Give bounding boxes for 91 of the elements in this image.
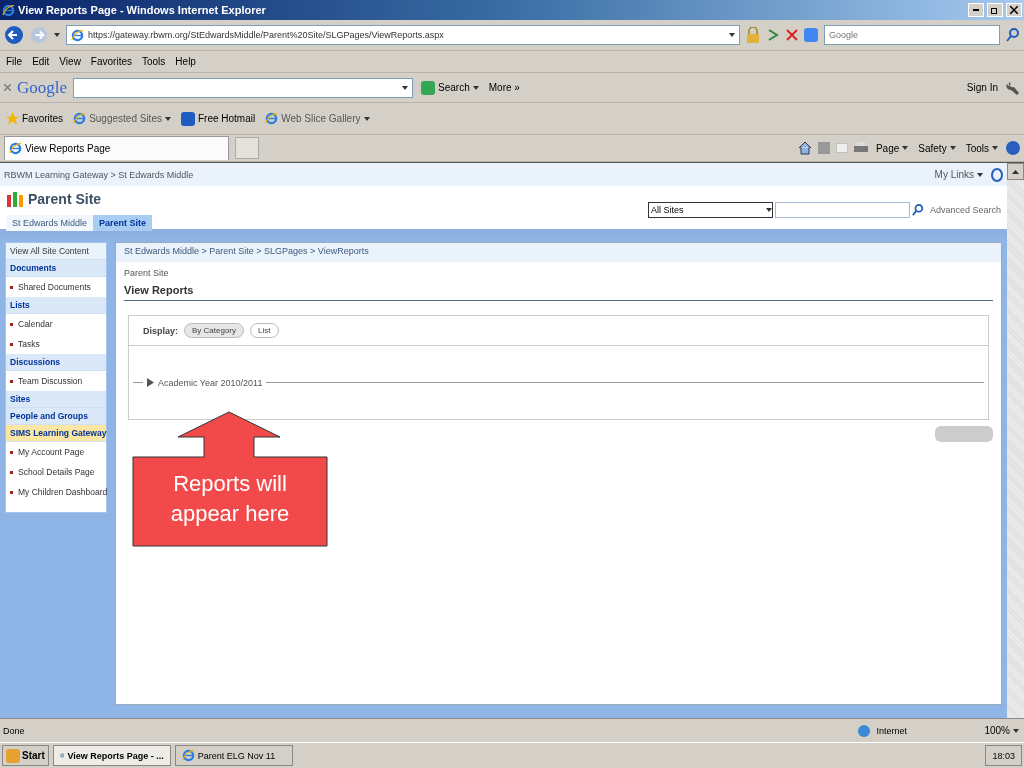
site-tab[interactable]: Parent Site [93,215,153,231]
ie-icon [73,112,87,125]
quick-launch-heading[interactable]: Discussions [6,354,106,371]
caret-icon [765,208,772,212]
ie-icon [2,3,15,17]
menu-item[interactable]: Help [173,56,198,67]
home-icon[interactable] [797,141,812,155]
menu-item[interactable]: View [57,56,83,67]
scroll-up-button[interactable] [1007,163,1024,180]
my-links-button[interactable]: My Links [932,169,985,180]
search-field[interactable]: Google [824,25,1000,45]
command-bar-button[interactable]: Page [873,142,911,154]
expand-icon[interactable] [147,378,154,387]
close-icon[interactable] [786,29,798,41]
taskbar-button[interactable]: View Reports Page - ... [52,745,171,766]
caret-icon [472,85,479,90]
caret-icon [54,33,60,37]
start-button[interactable]: Start [2,745,49,766]
favorites-bar-item[interactable]: Suggested Sites [71,112,173,125]
caret-icon [729,33,735,37]
parent-site-label: Parent Site [124,268,170,278]
callout-text: Reports will appear here [169,470,291,528]
browser-tab[interactable]: View Reports Page [4,136,229,160]
caret-icon [977,172,983,177]
ie-icon [181,749,195,762]
top-breadcrumb: RBWM Learning Gateway > St Edwards Middle [4,169,195,180]
display-option[interactable]: List [250,323,279,338]
quick-launch-link[interactable]: View All Site Content [6,243,106,260]
caret-icon [402,85,409,90]
search-icon[interactable] [911,204,924,216]
command-bar-button[interactable]: Tools [963,142,1000,154]
quick-launch-heading[interactable]: SIMS Learning Gateway [6,425,106,442]
quick-launch-heading[interactable]: Sites [6,391,106,408]
wrench-icon[interactable] [1006,80,1020,95]
star-icon [6,112,19,125]
favorites-bar-item[interactable]: Favorites [4,112,66,125]
quick-launch-heading[interactable]: Lists [6,297,106,314]
up-arrow-icon [1012,169,1019,174]
breadcrumb: St Edwards Middle > Parent Site > SLGPages > ViewReports [116,243,1001,262]
ie-icon [9,142,22,155]
more-button[interactable]: More » [486,82,522,93]
google-logo: Google [17,77,68,98]
print-icon[interactable] [853,142,868,154]
minimize-button[interactable] [968,3,984,17]
site-title: Parent Site [28,191,102,207]
quick-launch-heading[interactable]: People and Groups [6,408,106,425]
zoom-button[interactable]: 100% [982,725,1021,736]
page-title: View Reports [124,284,993,301]
menu-item[interactable]: Edit [30,56,52,67]
restore-button[interactable] [987,3,1003,17]
menu-item[interactable]: Tools [140,56,168,67]
restore-icon [991,6,999,14]
ie-icon [265,112,279,125]
site-tab[interactable]: St Edwards Middle [6,215,94,231]
caret-icon [949,146,956,150]
favorites-bar-item[interactable]: Free Hotmail [178,111,258,126]
caret-icon [164,116,171,121]
caret-icon [992,146,998,150]
minimize-icon [973,9,979,11]
close-icon[interactable] [4,84,11,91]
status-text: Done [3,725,26,736]
scope-dropdown[interactable]: All Sites [647,202,773,218]
menu-item[interactable]: Favorites [88,56,134,67]
back-icon[interactable] [4,25,24,45]
quick-launch-heading[interactable]: Documents [6,260,106,277]
lock-icon[interactable] [746,27,760,43]
taskbar-button[interactable]: Parent ELG Nov 11 [174,745,293,766]
menu-item[interactable]: File [4,56,25,67]
toolbar-search-field[interactable] [73,77,414,98]
search-button[interactable]: Search [419,80,481,95]
advanced-search-link[interactable]: Advanced Search [929,205,1001,215]
sign-in-button[interactable]: Sign In [964,82,1000,93]
site-search-field[interactable] [774,202,910,218]
caret-icon [363,116,370,121]
caret-icon [1013,728,1019,733]
address-field[interactable]: https://gateway.rbwm.org/StEdwardsMiddle/Parent%20Site/SLGPages/ViewReports.aspx [66,25,740,45]
clock: 18:03 [992,750,1015,761]
globe-icon [858,724,871,737]
search-icon[interactable] [1006,28,1020,42]
zone-label: Internet [876,725,908,736]
window-title: View Reports Page - Windows Internet Explorer [18,4,267,16]
category-label[interactable]: Academic Year 2010/2011 [158,377,263,388]
close-icon [1010,6,1018,14]
display-label: Display: [143,325,178,336]
ie-icon [71,28,84,42]
command-bar-button[interactable]: Safety [916,142,958,154]
people-icon [6,190,24,208]
caret-icon [902,146,909,150]
close-button[interactable] [1006,3,1022,17]
favorites-bar-item[interactable]: Web Slice Gallery [263,112,372,125]
display-option[interactable]: By Category [184,323,245,338]
